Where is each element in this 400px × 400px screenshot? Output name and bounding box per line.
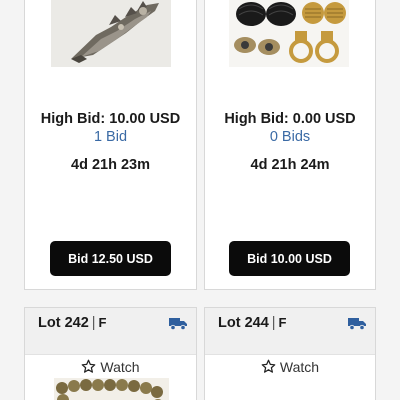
high-bid-label: High Bid: 0.00 USD <box>224 111 356 127</box>
separator: | <box>271 315 276 331</box>
bid-info: High Bid: 10.00 USD 1 Bid 4d 21h 23m <box>25 110 196 174</box>
auction-listing-page: High Bid: 10.00 USD 1 Bid 4d 21h 23m Bid… <box>0 0 400 400</box>
lot-card: High Bid: 10.00 USD 1 Bid 4d 21h 23m Bid… <box>24 0 197 290</box>
separator: | <box>91 315 96 331</box>
lot-card: High Bid: 0.00 USD 0 Bids 4d 21h 24m Bid… <box>204 0 376 290</box>
lot-header: Lot 244 | F <box>205 308 375 355</box>
star-icon <box>82 359 96 373</box>
bid-button[interactable]: Bid 10.00 USD <box>229 241 350 276</box>
bid-count-link[interactable]: 1 Bid <box>25 128 196 146</box>
metal-claw-ring-image <box>51 0 171 67</box>
lot-number: Lot 244 <box>218 315 269 331</box>
black-gold-earrings-image <box>229 0 349 67</box>
lot-title[interactable]: Lot 244 | F <box>218 315 287 331</box>
lot-image[interactable] <box>54 378 169 400</box>
lot-image[interactable] <box>229 0 349 67</box>
watch-button[interactable]: Watch <box>25 359 196 375</box>
high-bid-label: High Bid: 10.00 USD <box>40 111 181 127</box>
bid-info: High Bid: 0.00 USD 0 Bids 4d 21h 24m <box>205 110 375 174</box>
star-icon <box>261 359 276 373</box>
lot-title[interactable]: Lot 242 | F <box>38 315 107 331</box>
lot-card: Lot 244 | F Watch <box>204 307 376 400</box>
category-code: F <box>98 315 107 330</box>
lot-card: Lot 242 | F Watch <box>24 307 197 400</box>
bid-button[interactable]: Bid 12.50 USD <box>50 241 171 276</box>
time-left: 4d 21h 23m <box>71 157 150 173</box>
lot-header: Lot 242 | F <box>25 308 196 355</box>
watch-label: Watch <box>100 359 140 375</box>
lot-image[interactable] <box>51 0 171 67</box>
lot-number: Lot 242 <box>38 315 89 331</box>
category-code: F <box>278 315 287 330</box>
truck-icon <box>169 318 187 330</box>
bead-bracelet-image <box>54 378 169 400</box>
time-left: 4d 21h 24m <box>250 157 330 173</box>
bid-count-link[interactable]: 0 Bids <box>205 128 375 146</box>
watch-label: Watch <box>279 359 320 375</box>
truck-icon <box>348 318 366 330</box>
watch-button[interactable]: Watch <box>205 359 375 375</box>
